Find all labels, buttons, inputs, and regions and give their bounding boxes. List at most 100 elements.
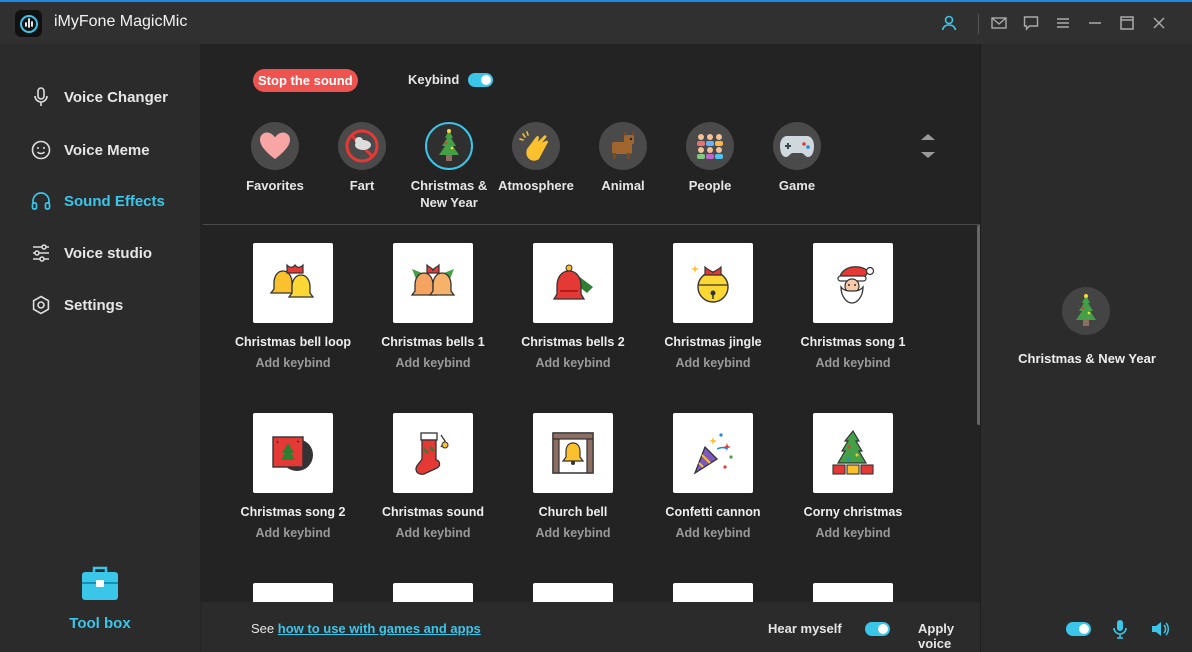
gamepad-icon — [773, 122, 821, 170]
sound-tile[interactable] — [363, 583, 503, 602]
sound-name: Christmas bells 1 — [381, 335, 485, 349]
category-label: Christmas & New Year — [410, 178, 488, 210]
mail-icon[interactable] — [990, 14, 1008, 32]
christmas-tree-icon — [425, 122, 473, 170]
sound-tile[interactable] — [783, 583, 923, 602]
stop-sound-button[interactable]: Stop the sound — [253, 69, 358, 92]
category-label: Atmosphere — [498, 178, 574, 193]
bell-loop-icon — [253, 243, 333, 323]
apply-voice-changer-toggle[interactable] — [1066, 622, 1091, 636]
sound-tile[interactable]: Christmas bells 2 Add keybind — [503, 243, 643, 370]
toolbox-button[interactable]: Tool box — [0, 564, 200, 632]
sidebar-item-voice-meme[interactable]: Voice Meme — [30, 137, 150, 163]
tree-presents-icon — [813, 413, 893, 493]
microphone-icon[interactable] — [1110, 619, 1130, 639]
keybind-toggle[interactable] — [468, 73, 493, 87]
category-animal[interactable]: Animal — [578, 122, 668, 194]
feedback-chat-icon[interactable] — [1022, 14, 1040, 32]
sound-name: Corny christmas — [803, 505, 903, 519]
sound-tile[interactable]: Corny christmas Add keybind — [783, 413, 923, 540]
sidebar-item-label: Sound Effects — [64, 192, 165, 210]
sound-tile[interactable] — [643, 583, 783, 602]
speaker-icon[interactable] — [1150, 619, 1170, 639]
category-christmas-new-year[interactable]: Christmas & New Year — [404, 122, 494, 211]
sound-name: Church bell — [538, 505, 608, 519]
sound-tile[interactable]: Christmas jingle Add keybind — [643, 243, 783, 370]
minimize-icon[interactable] — [1086, 14, 1104, 32]
category-label: People — [688, 178, 732, 193]
help-prefix: See — [251, 621, 275, 636]
selected-category-panel: Christmas & New Year — [980, 44, 1192, 652]
santa-icon — [813, 243, 893, 323]
stocking-icon — [393, 413, 473, 493]
category-favorites[interactable]: Favorites — [230, 122, 320, 194]
sound-tile[interactable] — [223, 583, 363, 602]
add-keybind-link[interactable]: Add keybind — [643, 356, 783, 370]
hear-myself-toggle[interactable] — [865, 622, 890, 636]
people-icon — [686, 122, 734, 170]
title-bar: iMyFone MagicMic — [0, 2, 1192, 44]
add-keybind-link[interactable]: Add keybind — [783, 526, 923, 540]
sidebar-item-sound-effects[interactable]: Sound Effects — [30, 188, 165, 214]
sound-tile[interactable] — [503, 583, 643, 602]
add-keybind-link[interactable]: Add keybind — [363, 356, 503, 370]
sidebar-item-voice-changer[interactable]: Voice Changer — [30, 84, 168, 110]
sound-tile[interactable]: Confetti cannon Add keybind — [643, 413, 783, 540]
apply-voice-changer-label: Apply voice changer — [918, 621, 969, 652]
help-text: See how to use with games and apps — [251, 621, 481, 636]
category-divider — [203, 224, 980, 225]
category-atmosphere[interactable]: Atmosphere — [491, 122, 581, 194]
sound-tile[interactable]: Christmas song 2 Add keybind — [223, 413, 363, 540]
selected-category-label: Christmas & New Year — [1018, 351, 1156, 366]
headphones-icon — [31, 192, 51, 210]
sidebar-item-label: Voice studio — [64, 244, 153, 262]
add-keybind-link[interactable]: Add keybind — [223, 356, 363, 370]
toolbox-label: Tool box — [69, 615, 131, 632]
heart-icon — [251, 122, 299, 170]
category-people[interactable]: People — [665, 122, 755, 194]
sidebar-item-voice-studio[interactable]: Voice studio — [30, 240, 152, 266]
category-game[interactable]: Game — [752, 122, 842, 194]
sound-thumbnail — [253, 583, 333, 602]
category-scroll — [918, 130, 938, 169]
sound-tile[interactable]: Christmas bell loop Add keybind — [223, 243, 363, 370]
bells-holly-icon — [393, 243, 473, 323]
add-keybind-link[interactable]: Add keybind — [503, 526, 643, 540]
add-keybind-link[interactable]: Add keybind — [503, 356, 643, 370]
sound-tile[interactable]: Christmas song 1 Add keybind — [783, 243, 923, 370]
title-bar-separator — [978, 14, 979, 34]
sidebar-item-settings[interactable]: Settings — [30, 292, 123, 318]
sound-name: Christmas jingle — [664, 335, 762, 349]
scroll-up-icon[interactable] — [921, 134, 935, 140]
sound-thumbnail — [393, 583, 473, 602]
toolbox-icon — [82, 566, 118, 600]
add-keybind-link[interactable]: Add keybind — [643, 526, 783, 540]
maximize-icon[interactable] — [1118, 14, 1136, 32]
app-title: iMyFone MagicMic — [54, 13, 188, 30]
close-icon[interactable] — [1150, 14, 1168, 32]
bottom-bar: See how to use with games and apps Hear … — [202, 602, 1169, 652]
clapping-hands-icon — [512, 122, 560, 170]
sound-tile[interactable]: Christmas sound Add keybind — [363, 413, 503, 540]
christmas-tree-icon — [1062, 287, 1110, 335]
category-fart[interactable]: Fart — [317, 122, 407, 194]
sliders-icon — [33, 244, 49, 262]
add-keybind-link[interactable]: Add keybind — [783, 356, 923, 370]
sound-effects-panel: Stop the sound Keybind Favorites Fart Ch… — [200, 44, 981, 602]
category-label: Animal — [601, 178, 645, 193]
menu-icon[interactable] — [1054, 14, 1072, 32]
fart-icon — [338, 122, 386, 170]
sidebar-item-label: Settings — [64, 296, 124, 314]
sound-tile[interactable]: Church bell Add keybind — [503, 413, 643, 540]
scroll-down-icon[interactable] — [921, 152, 935, 158]
sidebar-item-label: Voice Meme — [64, 141, 150, 159]
how-to-use-link[interactable]: how to use with games and apps — [278, 621, 481, 636]
sidebar: Voice Changer Voice Meme Sound Effects V… — [0, 44, 200, 652]
category-label: Fart — [349, 178, 375, 193]
add-keybind-link[interactable]: Add keybind — [363, 526, 503, 540]
sound-tile[interactable]: Christmas bells 1 Add keybind — [363, 243, 503, 370]
sidebar-item-label: Voice Changer — [64, 88, 168, 106]
app-window: iMyFone MagicMic Voice Changer Voice Mem… — [0, 0, 1192, 652]
add-keybind-link[interactable]: Add keybind — [223, 526, 363, 540]
user-account-icon[interactable] — [940, 14, 958, 32]
